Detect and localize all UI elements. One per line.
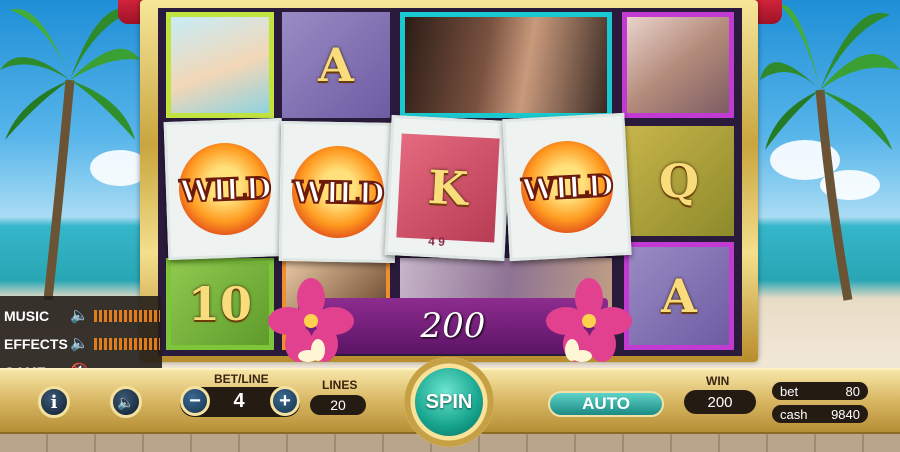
bet-line-label: BET/LINE: [214, 372, 269, 386]
auto-button[interactable]: AUTO: [548, 391, 664, 417]
left-palm-tree: [0, 7, 140, 300]
lines-value: 20: [310, 395, 366, 415]
effects-row: EFFECTS 🔈: [4, 334, 160, 354]
wild-card-2: WILD: [278, 120, 398, 264]
sound-button[interactable]: 🔈: [110, 386, 142, 418]
bet-line-value: 4: [233, 390, 245, 412]
symbol-a-top: A: [282, 12, 390, 118]
spin-button-ring: SPIN: [404, 357, 494, 447]
music-label: MUSIC: [4, 308, 50, 324]
right-palm-tree: [760, 4, 900, 301]
k-card: K 4 9: [384, 114, 512, 262]
bet-decrease-button[interactable]: −: [180, 386, 210, 416]
wild-label: WILD: [291, 174, 384, 213]
speaker-icon[interactable]: 🔈: [70, 308, 90, 324]
sun-icon: WILD: [177, 141, 273, 237]
minus-icon: −: [189, 389, 201, 412]
bet-value: 80: [845, 383, 860, 399]
effects-label: EFFECTS: [4, 336, 68, 352]
card-q-label: Q: [658, 154, 700, 208]
symbol-q: Q: [624, 126, 734, 236]
symbol-photo-woman-beach: [166, 12, 274, 118]
card-a-label: A: [318, 38, 354, 92]
plus-icon: +: [279, 389, 291, 412]
info-button[interactable]: i: [38, 386, 70, 418]
symbol-ten: 10: [166, 258, 274, 350]
card-a-bottom-label: A: [661, 269, 697, 323]
small-badge: 4 9: [427, 234, 446, 249]
music-row: MUSIC 🔈: [4, 306, 160, 326]
lines-label: LINES: [322, 378, 358, 392]
symbol-photo-woman-chair: [622, 12, 734, 118]
speaker-icon: 🔈: [117, 393, 135, 410]
effects-volume-slider[interactable]: [94, 338, 160, 350]
wild-card-3: WILD: [502, 112, 632, 262]
sun-icon: WILD: [518, 138, 616, 236]
win-value: 200: [684, 390, 756, 414]
k-tile: K: [396, 133, 500, 243]
cash-value: 9840: [831, 406, 860, 422]
bet-increase-button[interactable]: +: [270, 386, 300, 416]
hibiscus-flower-left: [268, 278, 354, 362]
cash-label: cash: [780, 406, 808, 422]
win-label: WIN: [706, 374, 730, 388]
info-icon: i: [50, 391, 58, 413]
cash-display: cash 9840: [772, 405, 868, 423]
bet-label: bet: [780, 383, 799, 399]
speaker-icon[interactable]: 🔈: [70, 336, 90, 352]
bet-display: bet 80: [772, 382, 868, 400]
wild-label: WILD: [178, 170, 272, 210]
music-volume-slider[interactable]: [94, 310, 160, 322]
wild-card-1: WILD: [163, 117, 287, 261]
wild-label: WILD: [520, 168, 615, 210]
card-k-label: K: [426, 159, 470, 217]
spin-button[interactable]: SPIN: [415, 368, 483, 436]
card-ten-label: 10: [187, 277, 252, 331]
hibiscus-flower-right: [546, 278, 632, 362]
win-banner-amount: 200: [420, 306, 486, 346]
symbol-photo-woman-hair: [400, 12, 612, 118]
symbol-a-bottom: A: [624, 242, 734, 350]
sun-icon: WILD: [291, 145, 385, 239]
